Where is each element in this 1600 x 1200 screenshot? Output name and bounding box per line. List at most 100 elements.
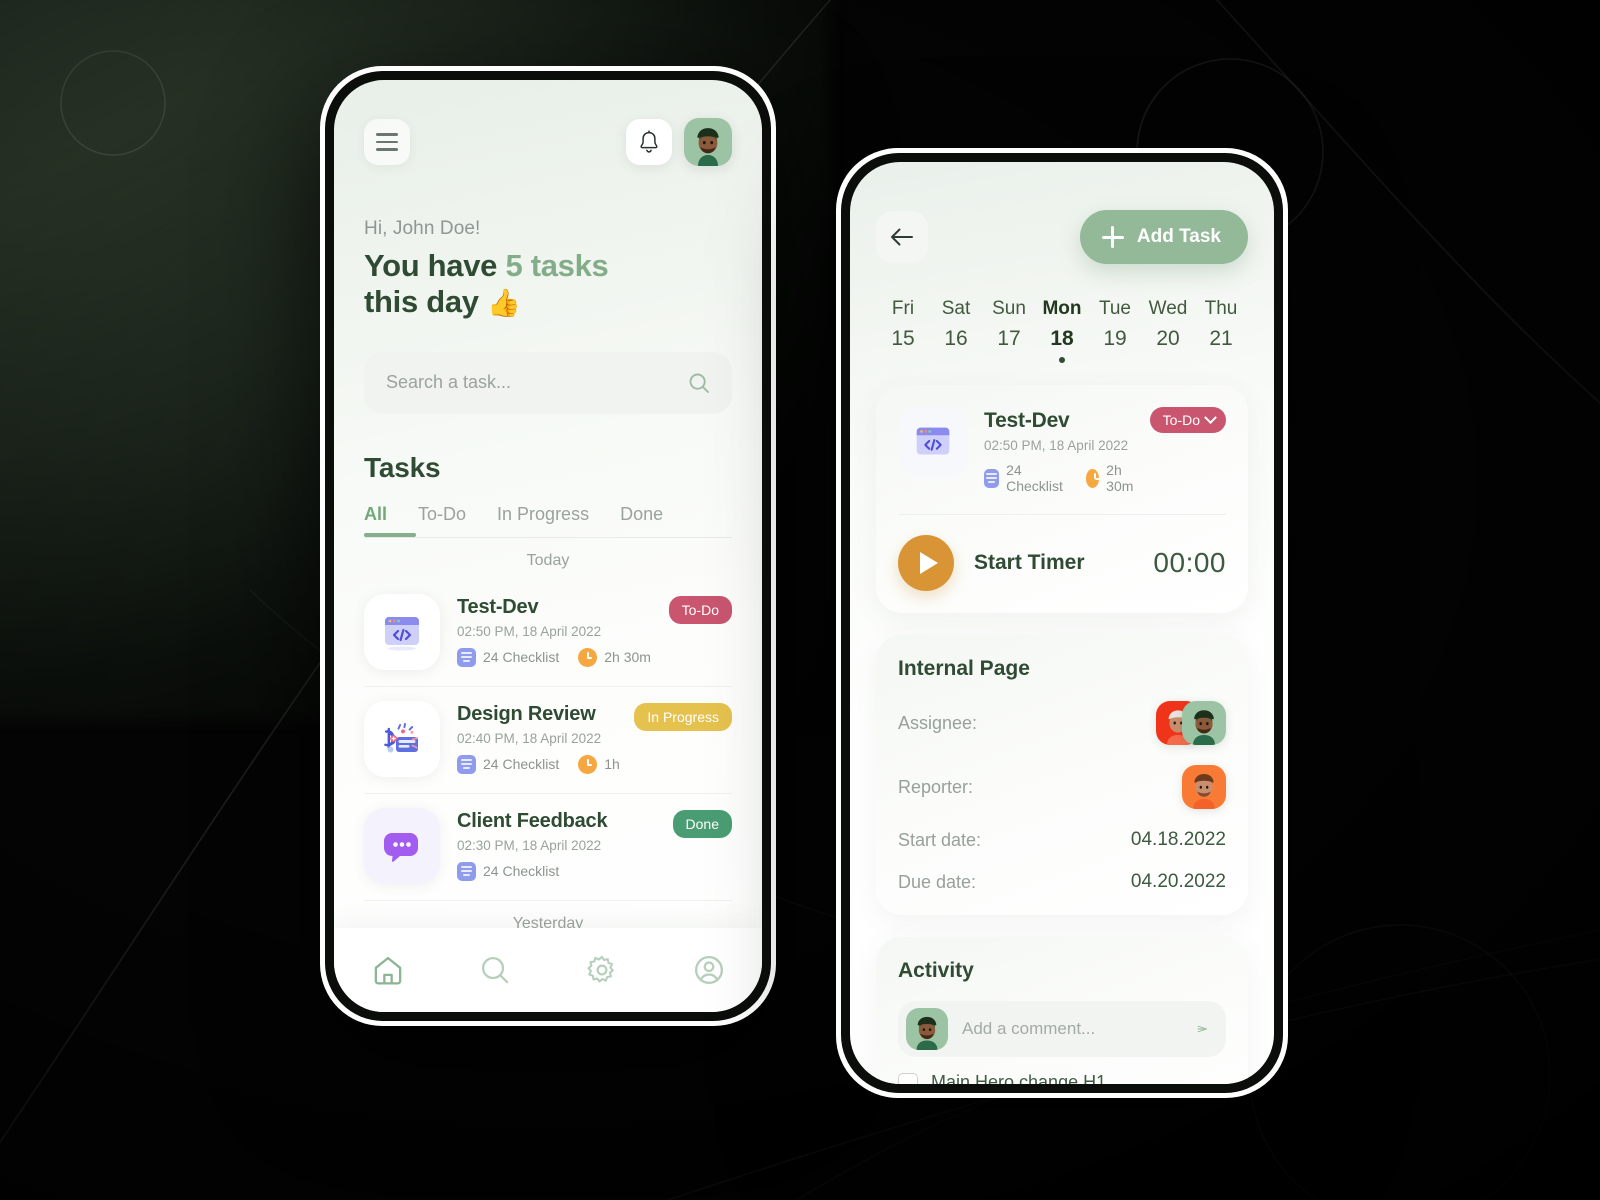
day-wed[interactable]: Wed 20 [1145, 298, 1191, 363]
tab-all[interactable]: All [364, 504, 387, 537]
background-vignette [0, 0, 1600, 1200]
headline-prefix: You have [364, 248, 506, 283]
day-fri[interactable]: Fri 15 [880, 298, 926, 363]
task-row[interactable]: Client Feedback 02:30 PM, 18 April 2022 … [364, 794, 732, 901]
task-timestamp: 02:30 PM, 18 April 2022 [457, 837, 602, 853]
checklist-meta: 24 Checklist [457, 861, 559, 881]
checklist-count: 24 Checklist [483, 649, 560, 666]
day-name: Sun [992, 298, 1026, 319]
phone-home-screen: Hi, John Doe! You have 5 tasks this day … [320, 66, 776, 1026]
task-title: Test-Dev [984, 409, 1070, 432]
checklist-meta: 24 Checklist [984, 462, 1067, 494]
assignee-row: Assignee: [898, 701, 1226, 745]
day-number: 19 [1103, 327, 1127, 350]
avatar[interactable] [1182, 765, 1226, 809]
avatar[interactable] [684, 118, 732, 166]
task-filter-tabs: All To-Do In Progress Done [364, 504, 732, 537]
duration-value: 2h 30m [604, 649, 651, 666]
activity-card: Activity Add a comment... Main Hero chan… [876, 937, 1248, 1084]
task-timestamp: 02:40 PM, 18 April 2022 [457, 730, 602, 746]
code-window-icon [898, 407, 968, 477]
day-name: Fri [891, 298, 915, 319]
greeting-block: Hi, John Doe! You have 5 tasks this day … [364, 218, 732, 320]
tab-done[interactable]: Done [620, 504, 663, 537]
clock-icon [1085, 468, 1101, 488]
day-number: 20 [1156, 327, 1180, 350]
task-row[interactable]: Design Review 02:40 PM, 18 April 2022 24… [364, 687, 732, 794]
day-sat[interactable]: Sat 16 [933, 298, 979, 363]
duration-meta: 2h 30m [1085, 462, 1139, 494]
card-title: Activity [898, 959, 974, 982]
notification-bell-icon[interactable] [626, 119, 672, 165]
comment-input[interactable] [962, 1019, 1183, 1039]
status-badge[interactable]: Done [672, 809, 732, 838]
search-icon[interactable] [688, 372, 710, 394]
day-mon[interactable]: Mon 18 [1039, 298, 1085, 363]
task-row[interactable]: Test-Dev 02:50 PM, 18 April 2022 24 Chec… [364, 580, 732, 687]
search-input[interactable] [386, 372, 662, 394]
day-name: Sat [941, 298, 971, 319]
day-thu[interactable]: Thu 21 [1198, 298, 1244, 363]
checklist-meta: 24 Checklist [457, 754, 560, 774]
start-date-value: 04.18.2022 [1130, 829, 1226, 850]
checklist-count: 24 Checklist [483, 756, 560, 773]
task-timer-card: Test-Dev 02:50 PM, 18 April 2022 24 Chec… [876, 385, 1248, 613]
checkbox[interactable] [898, 1072, 918, 1084]
task-detail-screen: Add Task Fri 15 Sat 16 Sun 17 Mon 18 Tue… [850, 162, 1274, 1084]
duration-value: 1h [604, 756, 620, 773]
status-badge[interactable]: To-Do [668, 595, 732, 624]
plus-icon [1101, 226, 1124, 248]
search-icon[interactable] [478, 953, 512, 987]
finance-design-icon [364, 700, 440, 777]
home-icon[interactable] [371, 953, 405, 987]
hamburger-menu-icon[interactable] [364, 119, 410, 165]
comment-input-row[interactable] [898, 1001, 1226, 1057]
activity-item[interactable]: Main Hero change H1 [898, 1072, 1226, 1084]
headline-count: 5 tasks [505, 248, 609, 283]
day-name: Mon [1042, 298, 1082, 319]
code-window-icon [364, 593, 440, 670]
task-meta: 24 Checklist 2h 30m [457, 647, 732, 667]
send-icon[interactable] [1197, 1017, 1208, 1041]
search-bar[interactable] [364, 351, 732, 414]
checklist-meta: 24 Checklist [457, 647, 560, 667]
settings-gear-icon[interactable] [585, 953, 619, 987]
day-tue[interactable]: Tue 19 [1092, 298, 1138, 363]
assignee-label: Assignee: [898, 712, 978, 733]
clock-icon [578, 754, 598, 774]
tab-todo[interactable]: To-Do [418, 504, 466, 537]
start-timer-label[interactable]: Start Timer [974, 551, 1133, 575]
task-meta: 24 Checklist 2h 30m [984, 462, 1134, 494]
status-dropdown[interactable]: To-Do [1149, 407, 1226, 433]
status-label: To-Do [1162, 412, 1200, 428]
due-date-value: 04.20.2022 [1130, 871, 1226, 892]
tab-in-progress[interactable]: In Progress [497, 504, 589, 537]
duration-meta: 2h 30m [578, 647, 651, 667]
timer-value: 00:00 [1153, 547, 1226, 578]
checklist-count: 24 Checklist [1006, 462, 1063, 494]
profile-icon[interactable] [692, 953, 726, 987]
play-icon[interactable] [898, 535, 954, 591]
day-sun[interactable]: Sun 17 [986, 298, 1032, 363]
add-task-button[interactable]: Add Task [1079, 210, 1248, 264]
reporter-row: Reporter: [898, 765, 1226, 809]
background [0, 0, 1600, 1200]
checklist-icon [457, 754, 476, 774]
avatar [906, 1008, 948, 1050]
card-title: Internal Page [898, 657, 1030, 680]
back-arrow-icon[interactable] [876, 211, 928, 263]
task-summary: Test-Dev 02:50 PM, 18 April 2022 24 Chec… [898, 407, 1226, 494]
avatar[interactable] [1182, 701, 1226, 745]
topbar-actions [626, 118, 732, 166]
duration-meta: 1h [578, 754, 620, 774]
headline-suffix: this day [364, 283, 488, 319]
duration-value: 2h 30m [1106, 462, 1134, 494]
task-meta: 24 Checklist [457, 861, 732, 881]
phone-bezel: Add Task Fri 15 Sat 16 Sun 17 Mon 18 Tue… [841, 153, 1283, 1093]
day-number: 21 [1209, 327, 1233, 350]
status-badge[interactable]: In Progress [634, 702, 732, 731]
activity-label: Main Hero change H1 [931, 1072, 1107, 1084]
clock-icon [578, 647, 598, 667]
reporter-avatar[interactable] [1182, 765, 1226, 809]
assignee-avatars[interactable] [1156, 701, 1226, 745]
